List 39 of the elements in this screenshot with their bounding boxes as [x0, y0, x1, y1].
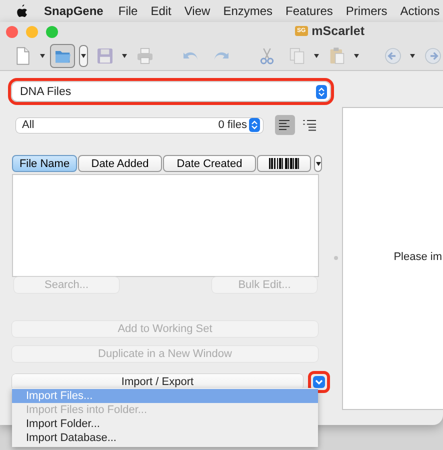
- menu-item[interactable]: File: [118, 4, 138, 18]
- zoom-button[interactable]: [46, 26, 58, 38]
- menu-item[interactable]: View: [184, 4, 210, 18]
- column-header[interactable]: [257, 155, 311, 172]
- menu-item[interactable]: Features: [286, 4, 333, 18]
- caret-icon[interactable]: [313, 54, 320, 58]
- caret-icon[interactable]: [79, 45, 88, 67]
- menu-item[interactable]: Import Folder...: [12, 417, 318, 431]
- menu-item[interactable]: Primers: [346, 4, 388, 18]
- stepper-icon: [249, 118, 260, 132]
- window-title: mScarlet: [312, 24, 364, 38]
- app-menu[interactable]: SnapGene: [44, 4, 104, 18]
- caret-icon[interactable]: [409, 54, 416, 58]
- menu-button[interactable]: [313, 376, 325, 388]
- caret-icon[interactable]: [353, 54, 360, 58]
- close-button[interactable]: [6, 26, 18, 38]
- copy-documents-icon: [287, 46, 307, 66]
- caret-icon[interactable]: [121, 54, 128, 58]
- column-header[interactable]: Date Added: [78, 155, 162, 172]
- minimize-button[interactable]: [26, 26, 38, 38]
- file-type-select[interactable]: DNA Files: [12, 82, 330, 101]
- stepper-icon: [316, 84, 327, 98]
- printer-icon: [135, 46, 155, 66]
- apple-logo-icon[interactable]: [16, 4, 28, 18]
- caret-icon[interactable]: [39, 54, 46, 58]
- filter-select[interactable]: All 0 files: [16, 118, 263, 132]
- menu-item[interactable]: Actions: [400, 4, 440, 18]
- column-header[interactable]: Date Created: [163, 155, 256, 172]
- caret-icon: [316, 162, 320, 166]
- menu-item[interactable]: Edit: [150, 4, 172, 18]
- barcode-icon: [269, 158, 299, 169]
- menu-item[interactable]: Import Database...: [12, 431, 318, 445]
- preview-message: Please im: [394, 250, 442, 262]
- menu-item[interactable]: Enzymes: [223, 4, 273, 18]
- splitter-handle[interactable]: [334, 256, 338, 260]
- column-header[interactable]: File Name: [12, 155, 77, 172]
- list-view-button[interactable]: [275, 115, 295, 135]
- chevron-down-icon: [315, 379, 323, 385]
- column-menu-button[interactable]: [314, 155, 322, 172]
